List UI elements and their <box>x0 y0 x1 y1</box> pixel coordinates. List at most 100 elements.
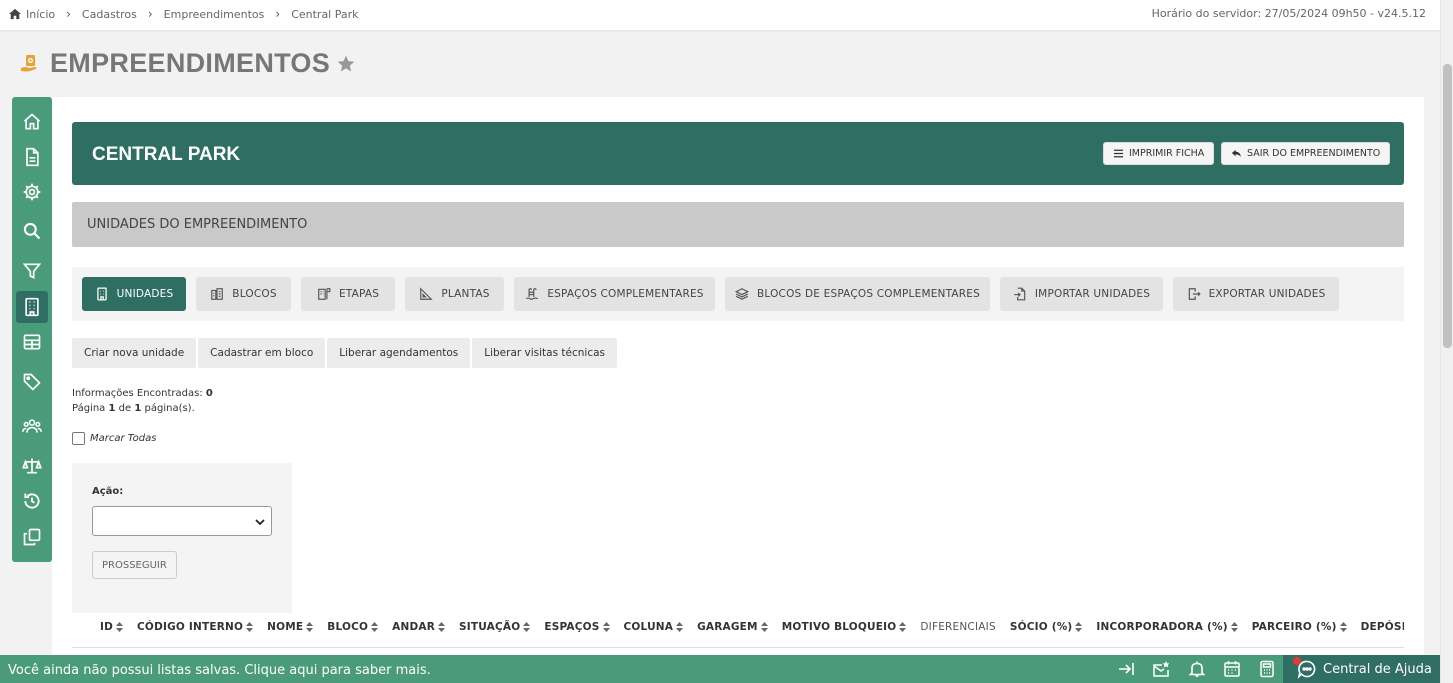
column-header-label: NOME <box>267 621 304 633</box>
column-header[interactable]: CÓDIGO INTERNO <box>137 621 254 633</box>
sidebar-item-search[interactable] <box>16 215 48 247</box>
scrollbar-thumb[interactable] <box>1443 64 1452 348</box>
sidebar-item-settings[interactable] <box>16 176 48 208</box>
sidebar-item-units[interactable] <box>16 291 48 323</box>
collapse-right-icon[interactable] <box>1118 660 1136 678</box>
breadcrumb-empreendimentos[interactable]: Empreendimentos <box>164 8 265 21</box>
breadcrumb-home[interactable]: Início <box>8 8 55 21</box>
copy-icon <box>23 528 41 546</box>
sort-icon <box>676 622 684 632</box>
star-icon[interactable] <box>336 54 356 74</box>
project-title: CENTRAL PARK <box>92 144 241 165</box>
sort-icon <box>306 622 314 632</box>
sidebar-item-documents[interactable] <box>16 141 48 173</box>
tab-label: ESPAÇOS COMPLEMENTARES <box>547 288 704 300</box>
notification-dot <box>1293 657 1301 665</box>
export-icon <box>1188 288 1201 300</box>
import-icon <box>1014 287 1026 301</box>
tab-label: BLOCOS <box>232 288 277 300</box>
column-header-label: ESPAÇOS <box>544 621 600 633</box>
sidebar-item-users[interactable] <box>16 410 48 442</box>
breadcrumb-cadastros[interactable]: Cadastros <box>82 8 137 21</box>
sidebar-item-tags[interactable] <box>16 366 48 398</box>
building-hand-icon <box>21 54 37 71</box>
section-header: UNIDADES DO EMPREENDIMENTO <box>72 202 1404 247</box>
tab-label: UNIDADES <box>116 288 174 300</box>
proceed-button[interactable]: PROSSEGUIR <box>92 551 177 579</box>
column-header[interactable]: ESPAÇOS <box>544 621 610 633</box>
column-header[interactable]: NOME <box>267 621 314 633</box>
column-header[interactable]: GARAGEM <box>697 621 768 633</box>
column-header[interactable]: COLUNA <box>624 621 684 633</box>
mail-star-icon[interactable] <box>1152 660 1170 678</box>
column-header[interactable]: DEPÓSITO <box>1361 621 1404 633</box>
chevron-right-icon: › <box>66 7 71 21</box>
print-button[interactable]: IMPRIMIR FICHA <box>1103 142 1215 165</box>
sidebar-item-copy[interactable] <box>16 521 48 553</box>
column-header[interactable]: SÓCIO (%) <box>1010 621 1083 633</box>
bulk-register-button[interactable]: Cadastrar em bloco <box>198 338 326 368</box>
column-header-label: ANDAR <box>392 621 435 633</box>
saved-lists-message[interactable]: Você ainda não possui listas salvas. Cli… <box>8 663 431 678</box>
chevron-right-icon: › <box>147 7 153 21</box>
sort-icon <box>760 622 768 632</box>
mark-all-label: Marcar Todas <box>90 433 157 444</box>
tab-blocks[interactable]: BLOCOS <box>196 277 291 311</box>
calculator-icon[interactable] <box>1258 660 1276 678</box>
mark-all[interactable]: Marcar Todas <box>72 432 156 445</box>
calendar-icon[interactable] <box>1223 660 1241 678</box>
column-header-label: SITUAÇÃO <box>459 621 521 633</box>
mark-all-checkbox[interactable] <box>72 432 85 445</box>
tab-import-units[interactable]: IMPORTAR UNIDADES <box>1000 277 1163 311</box>
sidebar-item-filter[interactable] <box>16 255 48 287</box>
building-icon <box>96 287 107 301</box>
top-bar: Início › Cadastros › Empreendimentos › C… <box>0 0 1440 30</box>
bell-icon[interactable] <box>1188 660 1206 678</box>
sidebar <box>12 97 52 562</box>
tab-label: EXPORTAR UNIDADES <box>1208 288 1326 300</box>
tab-complementary-blocks[interactable]: BLOCOS DE ESPAÇOS COMPLEMENTARES <box>725 277 990 311</box>
users-icon <box>22 419 42 433</box>
exit-project-button[interactable]: SAIR DO EMPREENDIMENTO <box>1221 142 1391 165</box>
bulk-action-panel: Ação: PROSSEGUIR <box>72 463 292 613</box>
home-icon <box>23 113 41 130</box>
sidebar-item-legal[interactable] <box>16 450 48 482</box>
chevron-right-icon: › <box>275 7 281 21</box>
sort-icon <box>116 622 124 632</box>
sort-icon <box>602 622 610 632</box>
column-header[interactable]: SITUAÇÃO <box>459 621 531 633</box>
release-scheduling-button[interactable]: Liberar agendamentos <box>327 338 471 368</box>
tab-units[interactable]: UNIDADES <box>82 277 186 311</box>
column-header[interactable]: DIFERENCIAIS <box>920 621 995 633</box>
column-header-label: GARAGEM <box>697 621 758 633</box>
column-header[interactable]: ID <box>100 621 124 633</box>
sort-icon <box>246 622 254 632</box>
tab-stages[interactable]: ETAPAS <box>301 277 395 311</box>
table-header-divider <box>72 647 1404 648</box>
vertical-scrollbar[interactable] <box>1440 0 1453 683</box>
page-title: EMPREENDIMENTOS <box>50 48 331 78</box>
page-current: 1 <box>108 403 116 414</box>
project-banner: CENTRAL PARK IMPRIMIR FICHA SAIR DO EMPR… <box>72 122 1404 185</box>
results-count: Informações Encontradas: 0 <box>72 386 213 401</box>
sidebar-item-home[interactable] <box>16 106 48 138</box>
column-header[interactable]: MOTIVO BLOQUEIO <box>782 621 907 633</box>
help-center-button[interactable]: Central de Ajuda <box>1283 655 1440 683</box>
sidebar-item-history[interactable] <box>16 485 48 517</box>
tab-complementary-spaces[interactable]: ESPAÇOS COMPLEMENTARES <box>514 277 715 311</box>
column-header[interactable]: ANDAR <box>392 621 445 633</box>
column-header[interactable]: BLOCO <box>327 621 379 633</box>
pagination-info: Página 1 de 1 página(s). <box>72 401 213 416</box>
tab-export-units[interactable]: EXPORTAR UNIDADES <box>1173 277 1339 311</box>
home-icon <box>9 8 21 20</box>
tab-plans[interactable]: PLANTAS <box>405 277 504 311</box>
column-header[interactable]: PARCEIRO (%) <box>1252 621 1347 633</box>
page-total: 1 <box>134 403 142 414</box>
column-header[interactable]: INCORPORADORA (%) <box>1096 621 1238 633</box>
create-unit-button[interactable]: Criar nova unidade <box>72 338 197 368</box>
release-technical-visits-button[interactable]: Liberar visitas técnicas <box>472 338 618 368</box>
print-label: IMPRIMIR FICHA <box>1129 148 1205 159</box>
tab-label: PLANTAS <box>441 288 490 300</box>
action-select[interactable] <box>92 506 272 536</box>
sidebar-item-table[interactable] <box>16 326 48 358</box>
